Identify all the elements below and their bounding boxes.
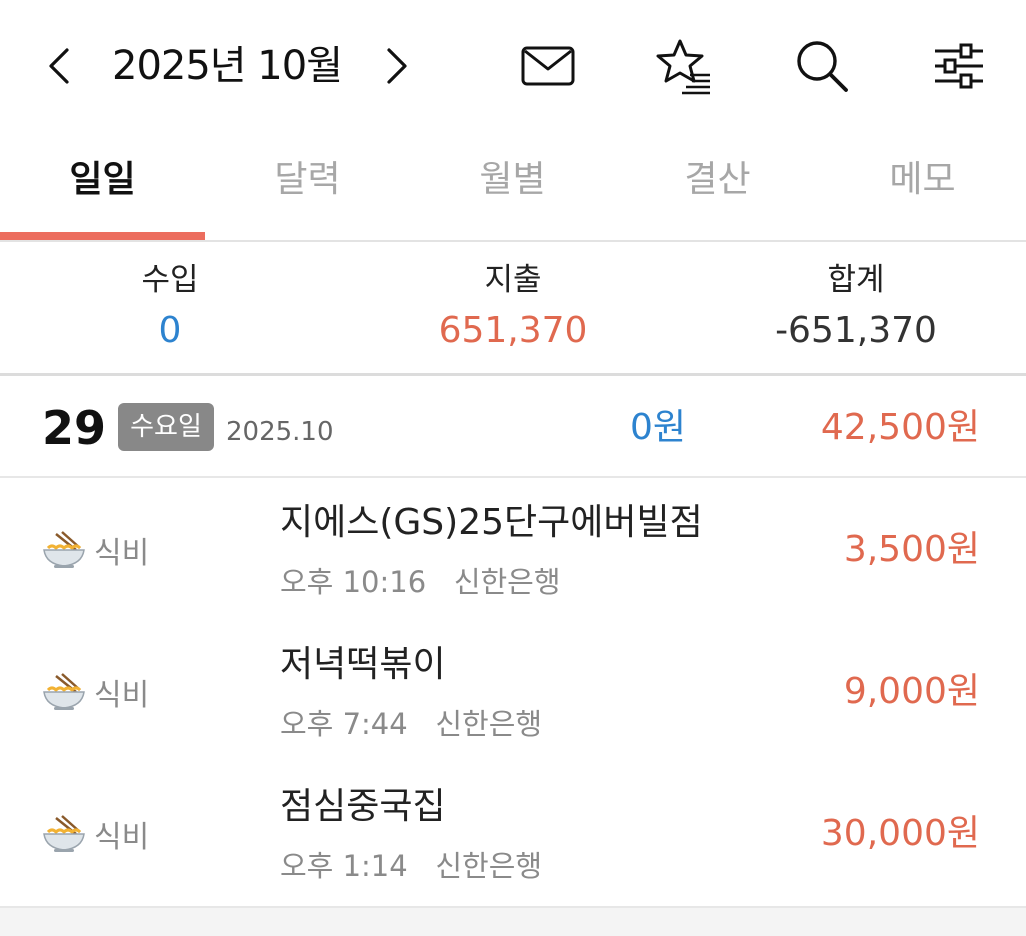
filter-button[interactable] [922, 30, 996, 102]
transaction-amount: 9,000원 [843, 671, 980, 712]
total-summary: 합계 -651,370 [686, 258, 1026, 360]
noodle-bowl-icon [43, 815, 85, 852]
view-tabs: 일일 달력 월별 결산 메모 [0, 132, 1026, 242]
transaction-time: 오후 10:16 [280, 565, 427, 599]
expense-summary: 지출 651,370 [343, 258, 683, 360]
day-expense-total: 42,500원 [820, 407, 980, 448]
chevron-right-icon [387, 48, 407, 84]
list-item[interactable]: 식비 저녁떡볶이 오후 7:44 신한은행 9,000원 [0, 620, 1026, 762]
transaction-title: 지에스(GS)25단구에버빌점 [280, 502, 703, 543]
category-label: 식비 [94, 820, 150, 855]
tab-calendar[interactable]: 달력 [205, 132, 410, 232]
previous-month-button[interactable] [32, 38, 84, 94]
expense-label: 지출 [484, 262, 542, 298]
day-year-month: 2025.10 [226, 417, 334, 447]
transaction-time: 오후 7:44 [280, 707, 408, 741]
day-header[interactable]: 29 수요일 2025.10 0원 42,500원 [0, 378, 1026, 478]
star-list-icon [656, 39, 710, 95]
category: 식비 [42, 528, 149, 572]
transaction-meta: 오후 1:14 신한은행 [280, 846, 542, 886]
transaction-account: 신한은행 [435, 707, 543, 741]
transaction-title: 저녁떡볶이 [280, 644, 446, 685]
transaction-account: 신한은행 [435, 849, 543, 883]
list-item[interactable]: 식비 점심중국집 오후 1:14 신한은행 30,000원 [0, 762, 1026, 904]
active-tab-indicator [0, 232, 205, 240]
transaction-meta: 오후 7:44 신한은행 [280, 704, 542, 744]
search-button[interactable] [786, 30, 858, 102]
transaction-list: 식비 지에스(GS)25단구에버빌점 오후 10:16 신한은행 3,500원 … [0, 478, 1026, 904]
category: 식비 [42, 670, 149, 714]
transaction-time: 오후 1:14 [280, 849, 408, 883]
list-item[interactable]: 식비 지에스(GS)25단구에버빌점 오후 10:16 신한은행 3,500원 [0, 478, 1026, 620]
search-icon [797, 41, 848, 92]
transaction-amount: 30,000원 [820, 813, 980, 854]
income-value: 0 [158, 310, 182, 351]
expense-value: 651,370 [438, 310, 588, 351]
month-title[interactable]: 2025년 10월 [112, 36, 343, 96]
top-bar: 2025년 10월 [0, 0, 1026, 132]
tab-monthly[interactable]: 월별 [410, 132, 615, 232]
tab-daily[interactable]: 일일 [0, 132, 205, 232]
category-label: 식비 [94, 678, 150, 713]
chevron-left-icon [49, 48, 69, 84]
category: 식비 [42, 812, 149, 856]
tab-settlement[interactable]: 결산 [615, 132, 820, 232]
total-label: 합계 [827, 262, 885, 298]
income-label: 수입 [141, 262, 199, 298]
noodle-bowl-icon [43, 673, 85, 710]
transaction-amount: 3,500원 [843, 529, 980, 570]
list-bottom-divider [0, 906, 1026, 936]
income-summary: 수입 0 [0, 258, 340, 360]
weekday-badge: 수요일 [118, 403, 214, 451]
category-label: 식비 [94, 536, 150, 571]
transaction-title: 점심중국집 [280, 786, 446, 827]
transaction-account: 신한은행 [453, 565, 561, 599]
next-month-button[interactable] [372, 38, 424, 94]
noodle-bowl-icon [43, 531, 85, 568]
mail-button[interactable] [512, 32, 584, 100]
day-number: 29 [42, 401, 107, 455]
monthly-summary: 수입 0 지출 651,370 합계 -651,370 [0, 242, 1026, 376]
mail-icon [521, 46, 575, 86]
filter-sliders-icon [935, 43, 983, 89]
day-income-total: 0원 [629, 407, 686, 448]
ledger-screen: 2025년 10월 일일 달력 월별 결산 메모 수입 0 지출 651,370… [0, 0, 1026, 936]
total-value: -651,370 [775, 310, 937, 351]
bookmark-button[interactable] [646, 30, 722, 102]
transaction-meta: 오후 10:16 신한은행 [280, 562, 561, 602]
tab-memo[interactable]: 메모 [820, 132, 1025, 232]
